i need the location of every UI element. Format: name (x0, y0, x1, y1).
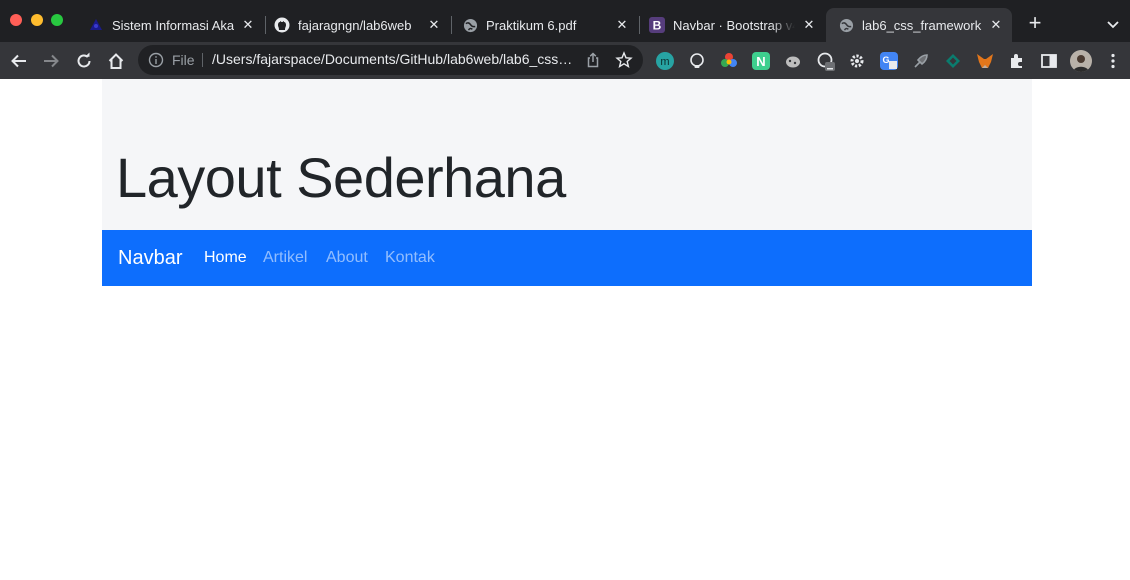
extension-n-icon[interactable]: N (752, 52, 770, 70)
extension-color-picker-icon[interactable] (720, 52, 738, 70)
globe-icon (838, 17, 854, 33)
tab-title: Sistem Informasi Akac (112, 17, 234, 33)
tab-github[interactable]: fajaragngn/lab6web ✕ (268, 8, 448, 42)
site-info-icon[interactable] (148, 52, 164, 68)
reload-button[interactable] (72, 49, 96, 73)
svg-text:G: G (882, 55, 889, 65)
tab-sistem-informasi[interactable]: Sistem Informasi Akac ✕ (82, 8, 262, 42)
avatar[interactable] (1070, 50, 1092, 72)
academic-site-icon (88, 17, 104, 33)
extension-diamond-icon[interactable] (944, 52, 962, 70)
tab-lab6-css-framework[interactable]: lab6_css_framework ✕ (826, 8, 1012, 42)
forward-arrow-icon (44, 54, 59, 68)
nav-link-home[interactable]: Home (204, 249, 247, 267)
forward-button[interactable] (39, 49, 63, 73)
home-button[interactable] (104, 49, 128, 73)
bootstrap-icon: B (649, 17, 665, 33)
address-bar[interactable]: File /Users/fajarspace/Documents/GitHub/… (138, 45, 643, 75)
svg-text:m: m (660, 56, 669, 68)
tab-search-chevron-icon[interactable] (1103, 14, 1123, 34)
tab-strip: Sistem Informasi Akac ✕ fajaragngn/lab6w… (0, 0, 1130, 42)
page-viewport: Layout Sederhana Navbar Home Artikel Abo… (0, 79, 1130, 580)
close-tab-icon[interactable]: ✕ (426, 17, 442, 33)
reload-icon (77, 52, 91, 68)
extension-gear-icon[interactable] (848, 52, 866, 70)
browser-toolbar: File /Users/fajarspace/Documents/GitHub/… (0, 42, 1130, 79)
close-window-button[interactable] (10, 14, 22, 26)
tab-title: fajaragngn/lab6web (298, 17, 412, 33)
extensions-puzzle-icon[interactable] (1008, 52, 1026, 70)
extension-cookie-icon[interactable] (784, 52, 802, 70)
nav-link-about[interactable]: About (326, 249, 368, 267)
omnibox-divider (202, 53, 203, 67)
new-tab-button[interactable]: + (1024, 12, 1046, 35)
tab-divider (639, 16, 640, 34)
nav-link-kontak[interactable]: Kontak (385, 249, 435, 267)
svg-text:B: B (653, 19, 662, 33)
svg-text:N: N (756, 54, 765, 69)
more-menu-icon[interactable] (1104, 52, 1122, 70)
back-arrow-icon (11, 54, 26, 68)
close-tab-icon[interactable]: ✕ (988, 17, 1004, 33)
nav-link-artikel[interactable]: Artikel (263, 249, 307, 267)
tab-bootstrap-navbar[interactable]: B Navbar · Bootstrap v4 ✕ (643, 8, 823, 42)
url-text[interactable]: /Users/fajarspace/Documents/GitHub/lab6w… (212, 51, 574, 67)
side-panel-icon[interactable] (1040, 52, 1058, 70)
extension-metamask-fox-icon[interactable] (976, 52, 994, 70)
extension-m-icon[interactable]: m (656, 52, 674, 70)
minimize-window-button[interactable] (31, 14, 43, 26)
tab-title: lab6_css_framework (862, 17, 982, 33)
extension-rocket-icon[interactable] (912, 52, 930, 70)
share-icon[interactable] (584, 51, 602, 69)
extension-terminal-icon[interactable] (816, 52, 835, 71)
tab-divider (451, 16, 452, 34)
jumbotron: Layout Sederhana (102, 79, 1032, 230)
tab-praktikum-pdf[interactable]: Praktikum 6.pdf ✕ (456, 8, 636, 42)
scheme-label: File (172, 52, 195, 68)
home-icon (108, 53, 124, 69)
tab-title: Praktikum 6.pdf (486, 17, 577, 33)
page-title: Layout Sederhana (116, 146, 566, 209)
navbar: Navbar Home Artikel About Kontak (102, 230, 1032, 286)
close-tab-icon[interactable]: ✕ (240, 17, 256, 33)
close-tab-icon[interactable]: ✕ (614, 17, 630, 33)
tab-title: Navbar · Bootstrap v4 (673, 17, 795, 33)
close-tab-icon[interactable]: ✕ (801, 17, 817, 33)
globe-icon (462, 17, 478, 33)
navbar-brand[interactable]: Navbar (118, 247, 182, 270)
zoom-window-button[interactable] (51, 14, 63, 26)
back-button[interactable] (7, 49, 31, 73)
tab-divider (265, 16, 266, 34)
github-icon (274, 17, 290, 33)
bookmark-star-icon[interactable] (615, 51, 633, 69)
extension-translate-icon[interactable]: G (880, 52, 898, 70)
extension-bulb-icon[interactable] (688, 52, 706, 70)
